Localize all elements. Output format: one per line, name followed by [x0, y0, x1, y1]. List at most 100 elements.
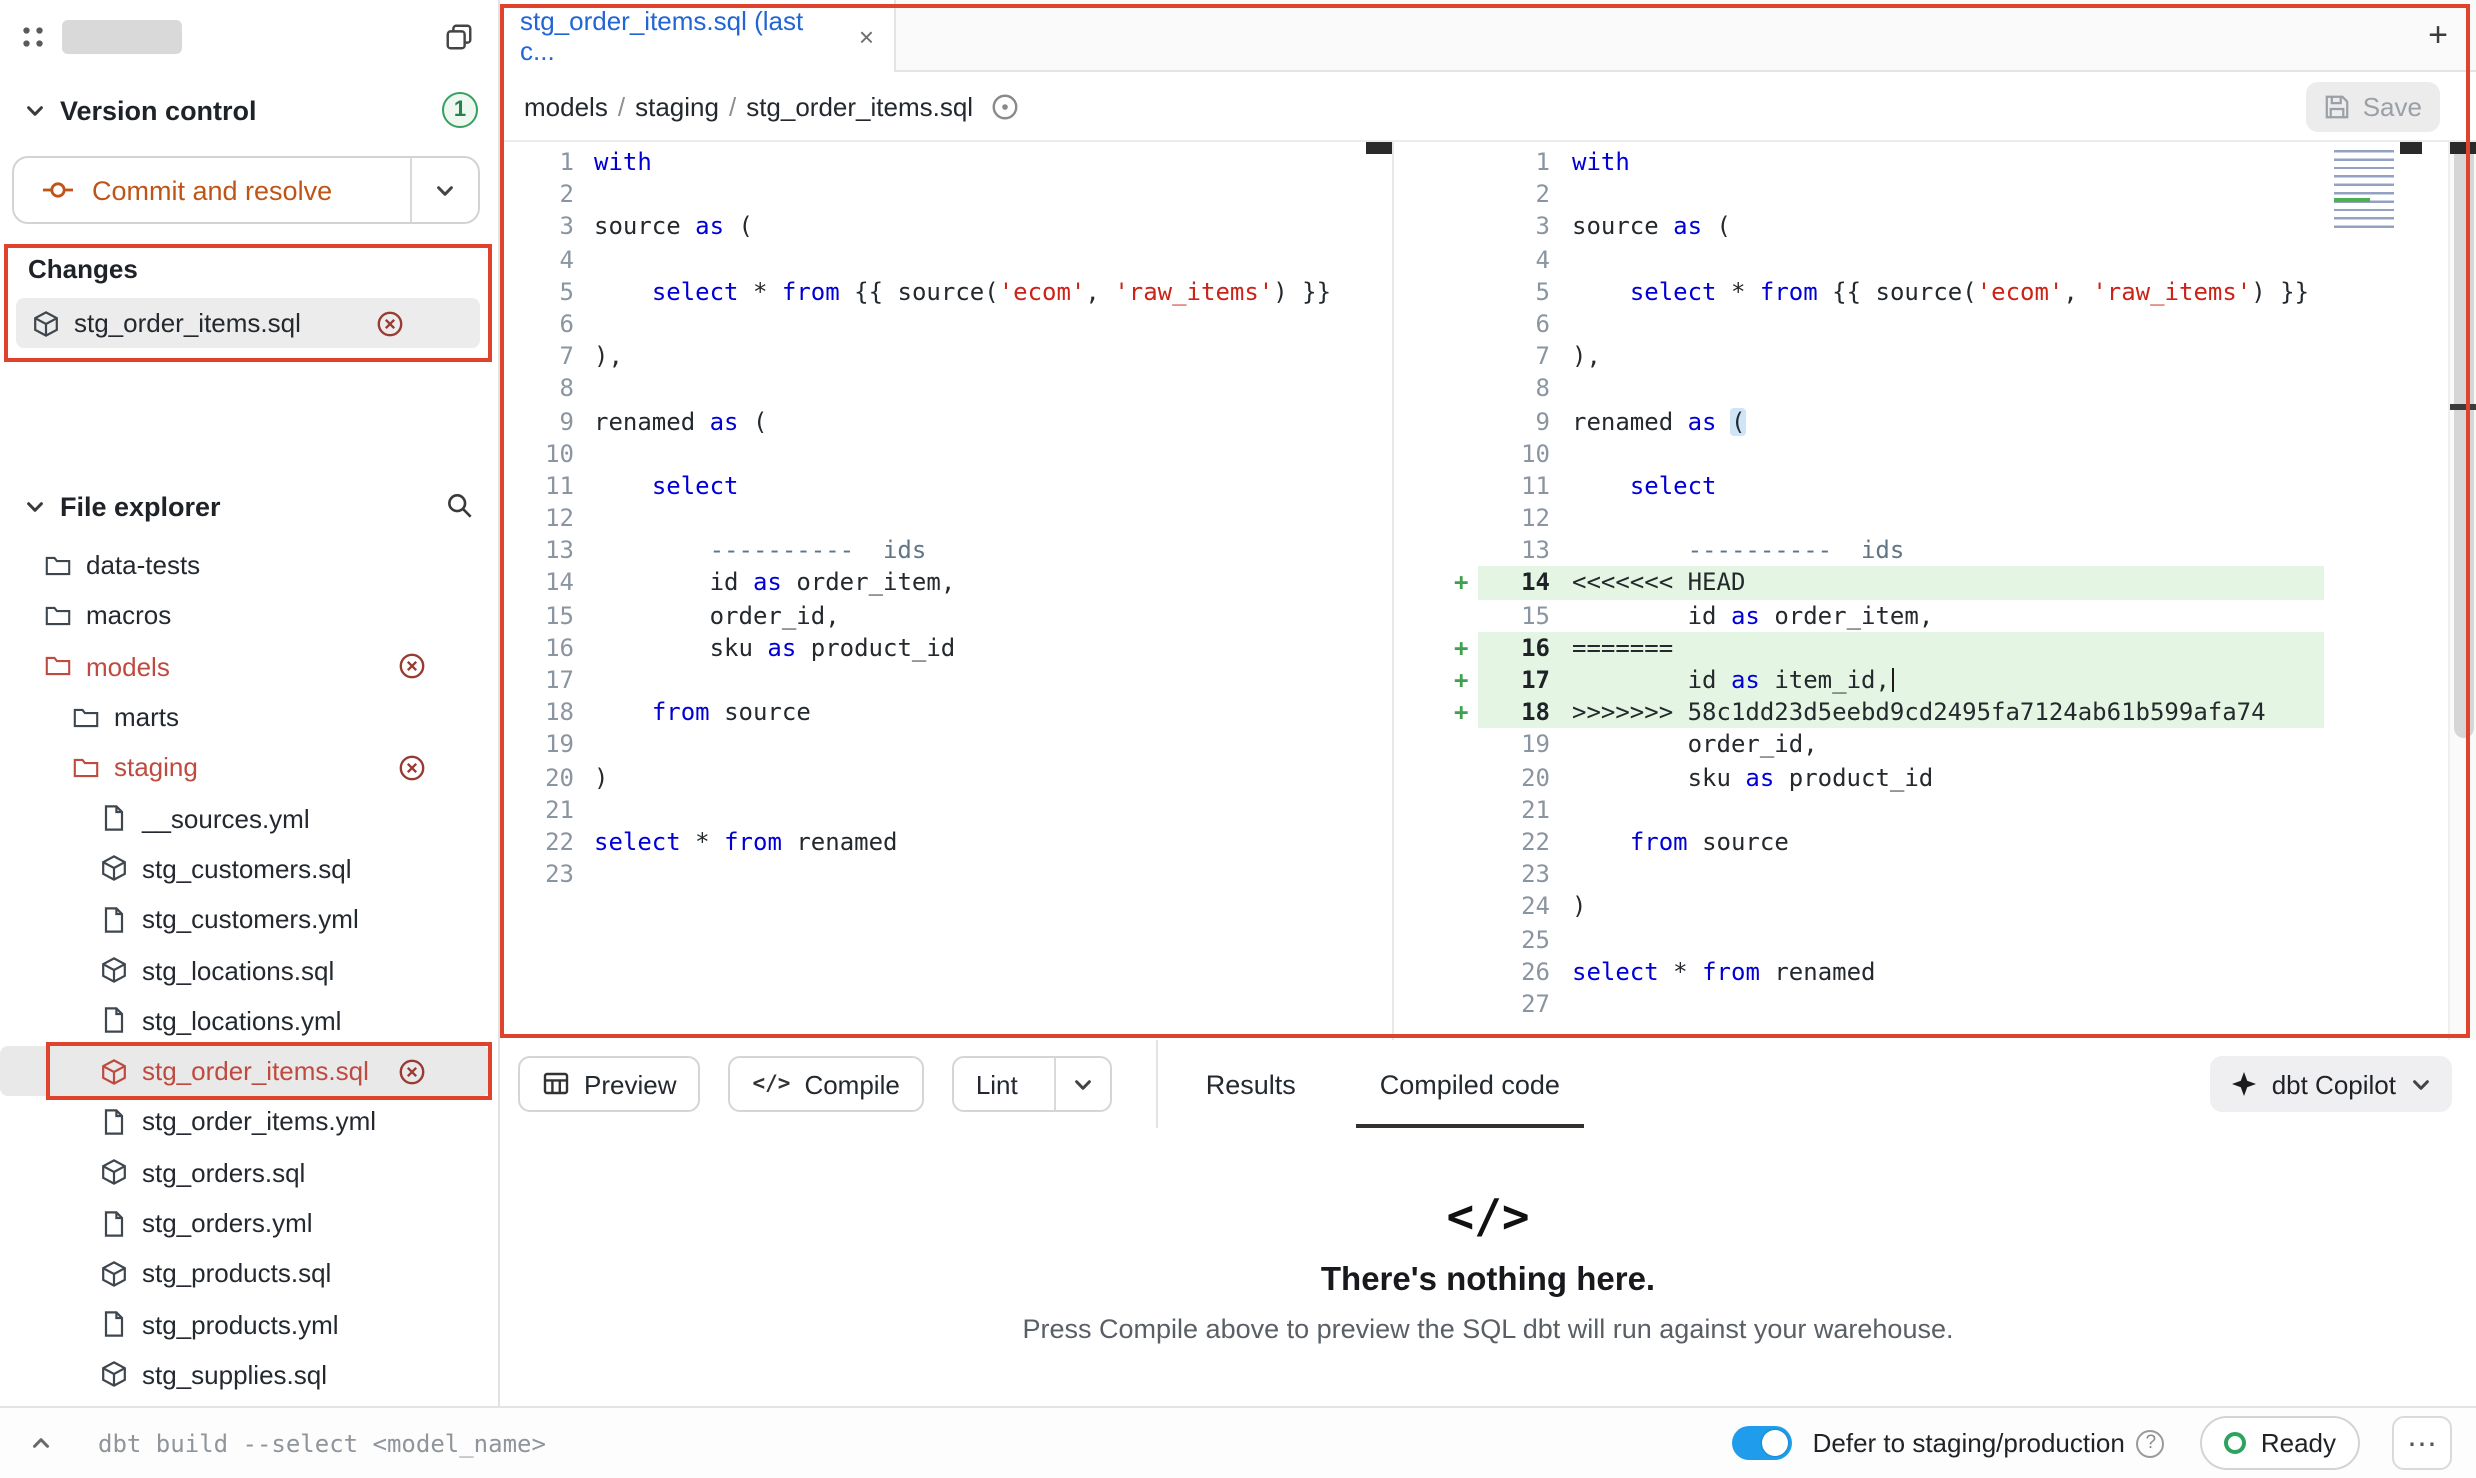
diff-added-marker	[1454, 405, 1478, 437]
tab-results[interactable]: Results	[1206, 1040, 1296, 1128]
folder-icon	[44, 652, 72, 680]
tree-item-label: stg_locations.yml	[142, 1006, 341, 1036]
preview-button[interactable]: Preview	[518, 1056, 701, 1112]
line-number: 11	[1478, 470, 1550, 502]
tree-item-stg_customers.sql[interactable]: stg_customers.sql	[0, 844, 498, 895]
tree-item-label: stg_order_items.sql	[142, 1056, 369, 1086]
tab-stg-order-items[interactable]: stg_order_items.sql (last c... ×	[500, 0, 896, 72]
tree-item-models[interactable]: models	[0, 641, 498, 692]
lint-button[interactable]: Lint	[954, 1069, 1040, 1099]
tree-item-stg_orders.yml[interactable]: stg_orders.yml	[0, 1198, 498, 1249]
code-right: 1with23source as (45 select * from {{ so…	[1394, 142, 2476, 1020]
line-number: 21	[1478, 794, 1550, 826]
tree-item-stg_locations.yml[interactable]: stg_locations.yml	[0, 995, 498, 1046]
tree-item-stg_products.sql[interactable]: stg_products.sql	[0, 1248, 498, 1299]
tree-item-stg_products.yml[interactable]: stg_products.yml	[0, 1299, 498, 1350]
code-line: 15 order_id,	[500, 599, 1392, 631]
model-icon	[32, 309, 60, 337]
diff-right-pane[interactable]: 1with23source as (45 select * from {{ so…	[1394, 142, 2476, 1040]
diff-added-marker: +	[1454, 567, 1478, 599]
diff-editor[interactable]: 1with23source as (45 select * from {{ so…	[500, 142, 2476, 1040]
chevron-up-icon[interactable]	[28, 1430, 54, 1456]
line-number: 13	[500, 535, 594, 567]
tab-compiled-code[interactable]: Compiled code	[1380, 1040, 1560, 1128]
more-options-button[interactable]: ⋯	[2392, 1416, 2452, 1470]
tree-item-stg_order_items.sql[interactable]: stg_order_items.sql	[0, 1046, 490, 1097]
diff-added-marker	[1454, 470, 1478, 502]
diff-added-marker	[1454, 373, 1478, 405]
line-number: 11	[500, 470, 594, 502]
tree-item-staging[interactable]: staging	[0, 742, 498, 793]
tree-item-data-tests[interactable]: data-tests	[0, 540, 498, 591]
lint-dropdown-button[interactable]	[1054, 1058, 1110, 1110]
line-number: 25	[1478, 923, 1550, 955]
main-area: stg_order_items.sql (last c... × + model…	[500, 0, 2476, 1406]
code-line: 3source as (	[500, 211, 1392, 243]
diff-added-marker	[1454, 599, 1478, 631]
editor-scrollbar[interactable]	[2448, 142, 2476, 1040]
diff-left-pane[interactable]: 1with23source as (45 select * from {{ so…	[500, 142, 1394, 1040]
file-explorer-header[interactable]: File explorer	[0, 482, 498, 530]
compile-label: Compile	[804, 1069, 899, 1099]
code-line: 10	[1394, 437, 2476, 469]
diff-added-marker	[1454, 146, 1478, 178]
dbt-copilot-button[interactable]: dbt Copilot	[2210, 1056, 2452, 1112]
copy-icon[interactable]	[444, 21, 474, 51]
tree-item-marts[interactable]: marts	[0, 692, 498, 743]
diff-added-marker: +	[1454, 664, 1478, 696]
code-line: 8	[500, 373, 1392, 405]
app-menu-icon[interactable]	[20, 23, 46, 49]
tree-item-stg_orders.sql[interactable]: stg_orders.sql	[0, 1147, 498, 1198]
save-button[interactable]: Save	[2307, 81, 2440, 131]
file-explorer-label: File explorer	[60, 491, 221, 521]
tree-item-stg_locations.sql[interactable]: stg_locations.sql	[0, 945, 498, 996]
breadcrumb-item[interactable]: staging	[635, 91, 719, 121]
search-icon[interactable]	[446, 492, 474, 520]
revert-x-icon[interactable]	[376, 309, 404, 337]
ready-status-button[interactable]: Ready	[2201, 1416, 2360, 1470]
line-number: 23	[1478, 858, 1550, 890]
diff-added-marker	[1454, 502, 1478, 534]
chevron-down-icon	[24, 495, 46, 517]
line-number: 26	[1478, 955, 1550, 987]
line-number: 20	[500, 761, 594, 793]
commit-dropdown-button[interactable]	[410, 158, 478, 222]
folder-icon	[44, 551, 72, 579]
close-icon[interactable]: ×	[859, 21, 874, 51]
scrollbar-thumb[interactable]	[2454, 146, 2474, 738]
code-line: +18>>>>>>> 58c1dd23d5eebd9cd2495fa7124ab…	[1394, 696, 2476, 728]
line-number: 27	[1478, 988, 1550, 1020]
diff-added-marker	[1454, 891, 1478, 923]
new-tab-button[interactable]: +	[2428, 18, 2448, 52]
breadcrumb-item[interactable]: models	[524, 91, 608, 121]
version-control-header[interactable]: Version control 1	[0, 84, 498, 136]
compile-button[interactable]: </> Compile	[729, 1056, 924, 1112]
diff-added-marker	[1454, 535, 1478, 567]
breadcrumb-item[interactable]: stg_order_items.sql	[746, 91, 973, 121]
line-number: 12	[500, 502, 594, 534]
code-line: 7),	[500, 340, 1392, 372]
minimap[interactable]	[2334, 150, 2394, 234]
tree-item-__sources.yml[interactable]: __sources.yml	[0, 793, 498, 844]
command-input[interactable]: dbt build --select <model_name>	[98, 1429, 546, 1457]
line-number: 16	[500, 632, 594, 664]
copilot-icon	[2230, 1070, 2258, 1098]
tree-item-macros[interactable]: macros	[0, 591, 498, 642]
commit-and-resolve-button[interactable]: Commit and resolve	[14, 158, 410, 222]
code-line: +16=======	[1394, 632, 2476, 664]
code-line: 14 id as order_item,	[500, 567, 1392, 599]
line-number: 14	[1478, 567, 1550, 599]
tab-bar: stg_order_items.sql (last c... × +	[500, 0, 2476, 72]
defer-toggle[interactable]	[1733, 1426, 1793, 1460]
tree-item-stg_customers.yml[interactable]: stg_customers.yml	[0, 894, 498, 945]
tree-item-stg_supplies.sql[interactable]: stg_supplies.sql	[0, 1350, 498, 1401]
tree-item-stg_order_items.yml[interactable]: stg_order_items.yml	[0, 1097, 498, 1148]
tree-item-label: stg_products.yml	[142, 1309, 339, 1339]
code-line: 27	[1394, 988, 2476, 1020]
diff-added-marker	[1454, 729, 1478, 761]
code-line: 20)	[500, 761, 1392, 793]
breadcrumb-separator: /	[719, 91, 746, 121]
help-icon[interactable]: ?	[2137, 1429, 2165, 1457]
changes-item-stg_order_items.sql[interactable]: stg_order_items.sql	[16, 298, 480, 348]
dbt-cloud-ide: Version control 1 Commit and resolve Cha…	[0, 0, 2476, 1478]
